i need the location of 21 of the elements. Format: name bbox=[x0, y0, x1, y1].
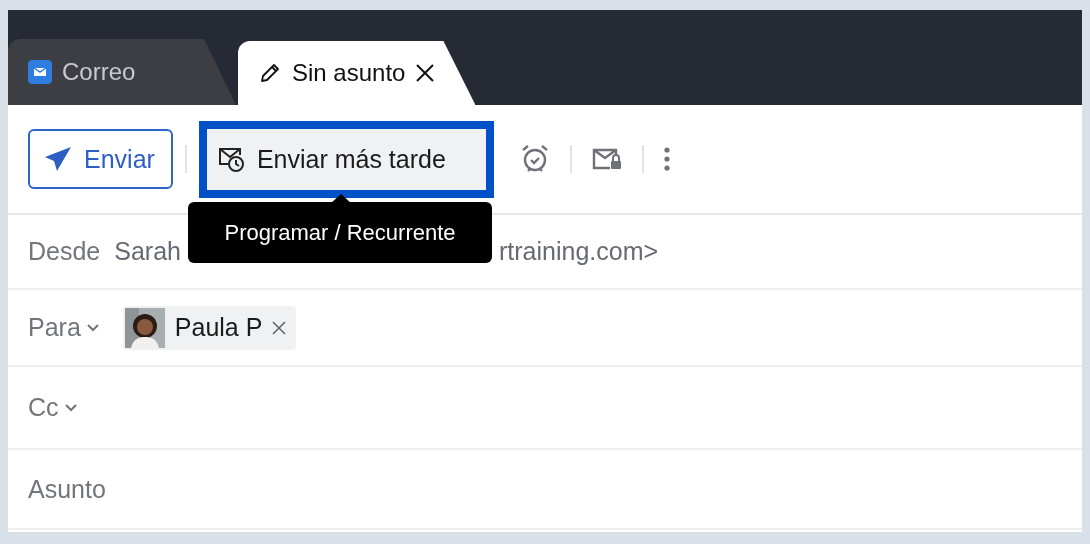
chevron-down-icon[interactable] bbox=[86, 323, 99, 332]
field-label: Desde bbox=[28, 237, 101, 266]
recipient-chip[interactable]: Paula P bbox=[122, 305, 297, 350]
pencil-icon bbox=[258, 61, 282, 85]
field-label: Asunto bbox=[28, 474, 106, 504]
send-later-button[interactable]: Enviar más tarde bbox=[198, 120, 494, 198]
close-icon[interactable] bbox=[415, 63, 436, 83]
paper-plane-icon bbox=[44, 146, 72, 172]
envelope-lock-icon[interactable] bbox=[591, 148, 622, 170]
send-button[interactable]: Enviar bbox=[28, 129, 173, 189]
field-label: Para bbox=[28, 313, 81, 342]
tab[interactable]: Sin asunto bbox=[238, 41, 476, 105]
tooltip: Programar / Recurrente bbox=[188, 202, 492, 263]
more-icon[interactable] bbox=[663, 147, 670, 171]
tab[interactable]: Correo bbox=[8, 39, 236, 105]
envelope-clock-icon bbox=[216, 145, 245, 173]
field-label: Cc bbox=[28, 393, 59, 422]
sender-text: rtraining.com> bbox=[499, 237, 659, 266]
mail-icon bbox=[28, 60, 52, 84]
sender-text: Sarah bbox=[114, 237, 181, 266]
chevron-down-icon[interactable] bbox=[64, 403, 77, 412]
